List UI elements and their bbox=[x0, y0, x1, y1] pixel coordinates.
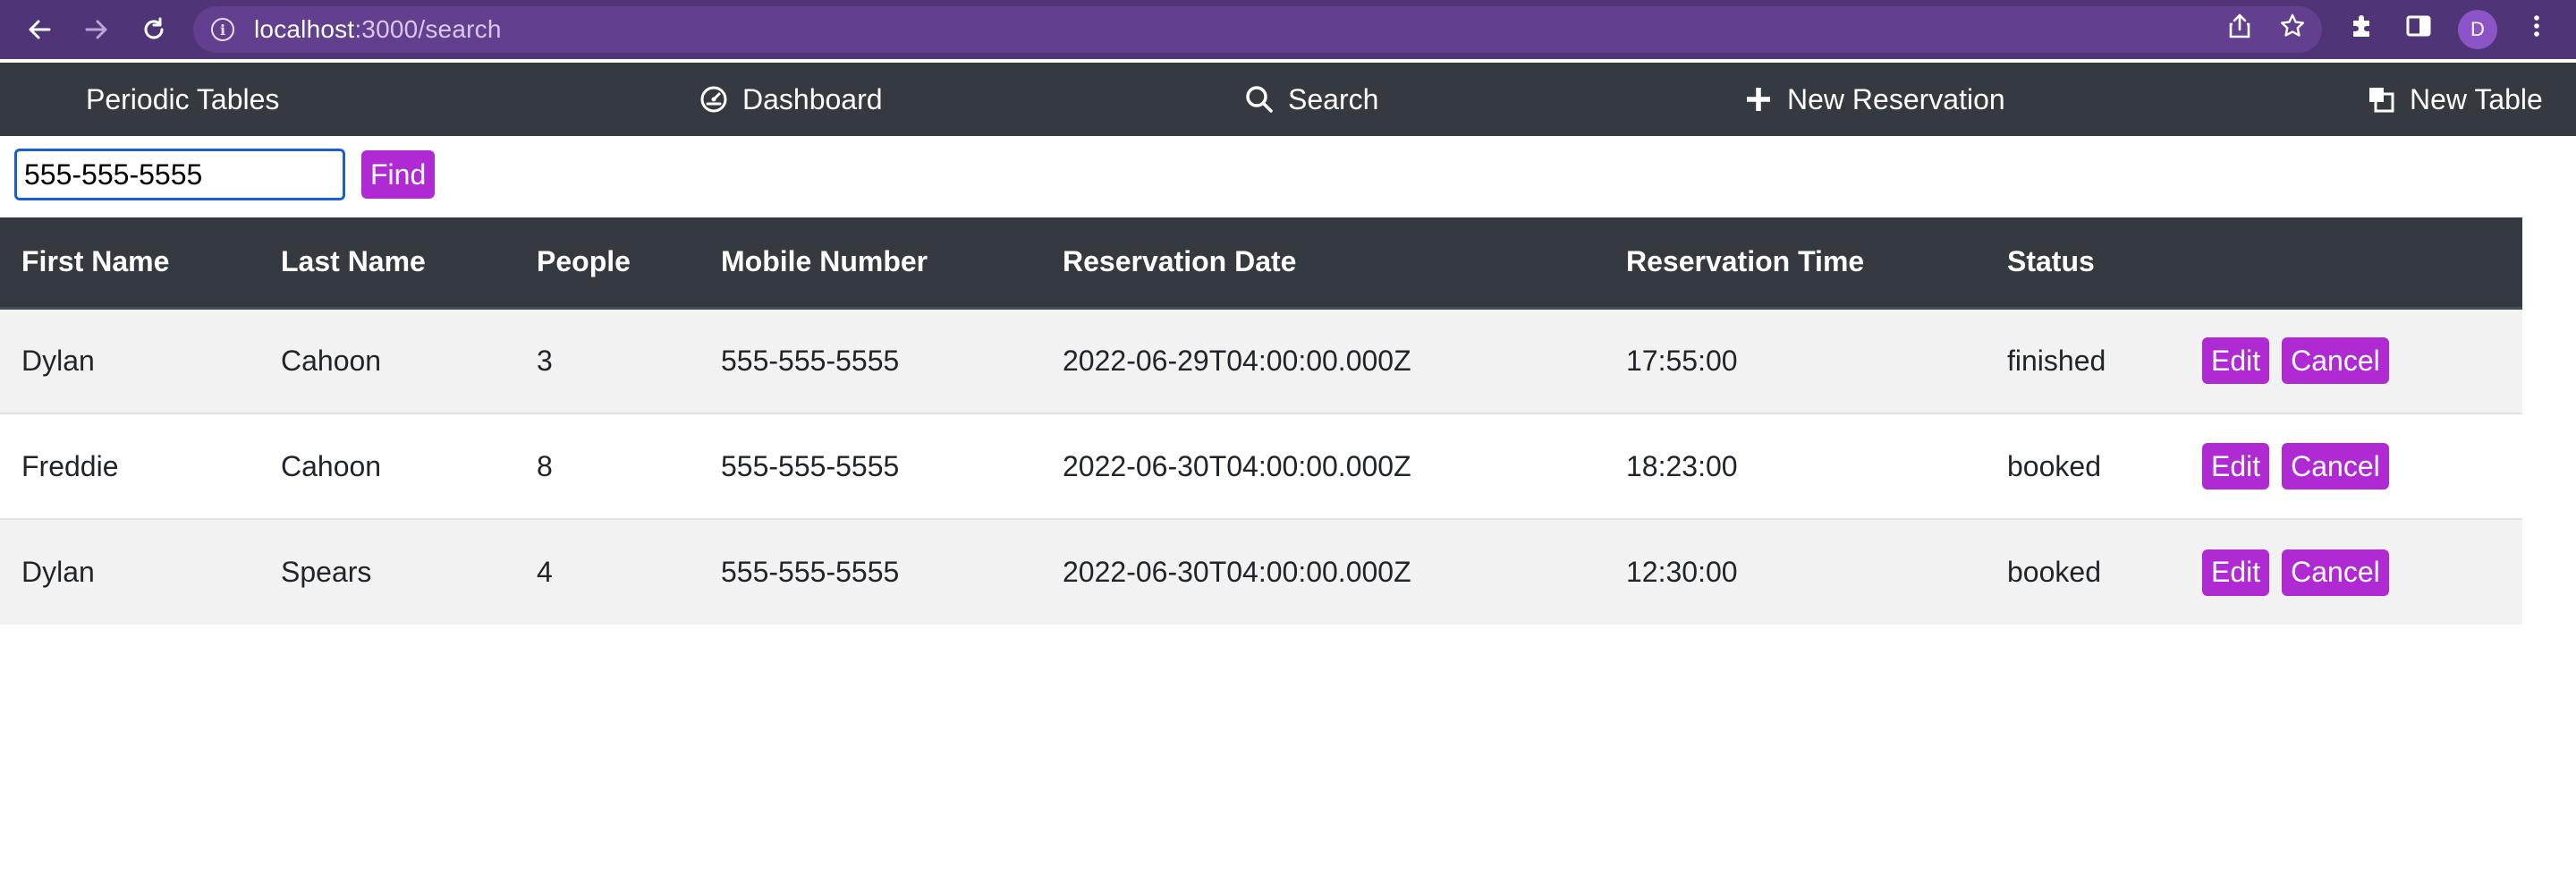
edit-button[interactable]: Edit bbox=[2202, 549, 2270, 596]
cell-status: booked bbox=[1986, 518, 2181, 625]
header-reservation-date: Reservation Date bbox=[1041, 217, 1605, 310]
search-form: Find bbox=[14, 149, 436, 200]
cancel-button[interactable]: Cancel bbox=[2282, 443, 2389, 490]
cell-actions: Edit Cancel bbox=[2181, 518, 2522, 625]
puzzle-extension-icon[interactable] bbox=[2343, 13, 2379, 47]
cell-first-name: Freddie bbox=[0, 413, 259, 519]
cell-first-name: Dylan bbox=[0, 307, 259, 413]
nav-search[interactable]: Search bbox=[1245, 63, 1378, 136]
plus-icon bbox=[1744, 85, 1773, 114]
header-mobile-number: Mobile Number bbox=[699, 217, 1041, 310]
header-reservation-time: Reservation Time bbox=[1605, 217, 1986, 310]
cell-actions: Edit Cancel bbox=[2181, 307, 2522, 413]
cell-status: booked bbox=[1986, 413, 2181, 519]
nav-dashboard-label: Dashboard bbox=[742, 82, 883, 115]
cell-reservation-date: 2022-06-30T04:00:00.000Z bbox=[1041, 518, 1605, 625]
cell-actions: Edit Cancel bbox=[2181, 413, 2522, 519]
forward-arrow-icon[interactable] bbox=[77, 10, 116, 49]
url-text[interactable]: localhost:3000/search bbox=[254, 15, 502, 44]
cell-reservation-time: 12:30:00 bbox=[1605, 518, 1986, 625]
find-button[interactable]: Find bbox=[361, 150, 436, 199]
address-bar[interactable]: i localhost:3000/search bbox=[193, 6, 2322, 53]
cancel-button[interactable]: Cancel bbox=[2282, 549, 2389, 596]
header-status: Status bbox=[1986, 217, 2181, 310]
reload-icon[interactable] bbox=[134, 10, 174, 49]
header-actions bbox=[2181, 217, 2522, 310]
profile-avatar[interactable]: D bbox=[2458, 10, 2497, 49]
cell-reservation-date: 2022-06-29T04:00:00.000Z bbox=[1041, 307, 1605, 413]
url-host: localhost bbox=[254, 15, 355, 43]
cell-last-name: Cahoon bbox=[259, 307, 515, 413]
cancel-button[interactable]: Cancel bbox=[2282, 337, 2389, 385]
header-people: People bbox=[515, 217, 699, 310]
cell-status: finished bbox=[1986, 307, 2181, 413]
cell-reservation-time: 18:23:00 bbox=[1605, 413, 1986, 519]
header-first-name: First Name bbox=[0, 217, 259, 310]
header-last-name: Last Name bbox=[259, 217, 515, 310]
mobile-number-input[interactable] bbox=[14, 149, 345, 200]
brand-label: Periodic Tables bbox=[86, 82, 280, 115]
cell-last-name: Cahoon bbox=[259, 413, 515, 519]
search-icon bbox=[1245, 85, 1274, 114]
edit-button[interactable]: Edit bbox=[2202, 337, 2270, 385]
nav-new-reservation-label: New Reservation bbox=[1787, 82, 2005, 115]
cell-reservation-date: 2022-06-30T04:00:00.000Z bbox=[1041, 413, 1605, 519]
star-icon[interactable] bbox=[2279, 13, 2306, 47]
cell-last-name: Spears bbox=[259, 518, 515, 625]
table-row: Dylan Cahoon 3 555-555-5555 2022-06-29T0… bbox=[0, 307, 2522, 413]
side-panel-icon[interactable] bbox=[2401, 13, 2436, 47]
browser-toolbar: i localhost:3000/search D bbox=[0, 0, 2576, 59]
cell-first-name: Dylan bbox=[0, 518, 259, 625]
cell-reservation-time: 17:55:00 bbox=[1605, 307, 1986, 413]
cell-people: 4 bbox=[515, 518, 699, 625]
cell-people: 3 bbox=[515, 307, 699, 413]
nav-new-reservation[interactable]: New Reservation bbox=[1744, 63, 2005, 136]
dashboard-gauge-icon bbox=[699, 85, 728, 114]
nav-new-table-label: New Table bbox=[2410, 82, 2543, 115]
back-arrow-icon[interactable] bbox=[20, 10, 59, 49]
cell-people: 8 bbox=[515, 413, 699, 519]
app-navbar: Periodic Tables Dashboard Search New Res… bbox=[0, 63, 2576, 136]
brand-link[interactable]: Periodic Tables bbox=[86, 63, 279, 136]
share-icon[interactable] bbox=[2227, 13, 2252, 47]
reservations-table: First Name Last Name People Mobile Numbe… bbox=[0, 217, 2522, 625]
nav-new-table[interactable]: New Table bbox=[2367, 63, 2543, 136]
table-header-row: First Name Last Name People Mobile Numbe… bbox=[0, 217, 2522, 310]
table-row: Dylan Spears 4 555-555-5555 2022-06-30T0… bbox=[0, 518, 2522, 625]
cell-mobile-number: 555-555-5555 bbox=[699, 307, 1041, 413]
table-row: Freddie Cahoon 8 555-555-5555 2022-06-30… bbox=[0, 413, 2522, 519]
nav-search-label: Search bbox=[1288, 82, 1379, 115]
kebab-menu-icon[interactable] bbox=[2519, 13, 2555, 47]
info-icon[interactable]: i bbox=[211, 18, 234, 41]
edit-button[interactable]: Edit bbox=[2202, 443, 2270, 490]
cell-mobile-number: 555-555-5555 bbox=[699, 518, 1041, 625]
layers-icon bbox=[2367, 85, 2395, 114]
nav-dashboard[interactable]: Dashboard bbox=[699, 63, 883, 136]
url-path: :3000/search bbox=[354, 15, 502, 43]
cell-mobile-number: 555-555-5555 bbox=[699, 413, 1041, 519]
